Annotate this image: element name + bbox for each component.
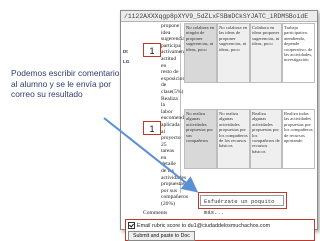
score-input-1[interactable]: 1: [143, 43, 161, 57]
rubric-cell[interactable]: Trabaja participativo, atendiendo, depen…: [282, 23, 315, 83]
rubric-row-1: No colabora en ningún de proponer sugere…: [184, 23, 315, 83]
browser-screenshot: /1122AXXXqgp8pXYV9_5dZLxFSBmDCkSYJATC_iR…: [120, 10, 318, 230]
rubric-cell[interactable]: No colabora en ningún de proponer sugere…: [184, 23, 217, 83]
rubric-cell[interactable]: No realiza algunas actividades propuesta…: [184, 109, 217, 169]
email-option[interactable]: Email rubric score to du1@ciudaddelosmuc…: [128, 222, 270, 229]
rubric-cell[interactable]: No realiza algunas actividades propuesta…: [217, 109, 250, 169]
email-highlight: Email rubric score to du1@ciudaddelosmuc…: [125, 219, 315, 241]
score-input-2[interactable]: 1: [143, 121, 161, 135]
rubric-table: No colabora en ningún de proponer sugere…: [184, 23, 315, 173]
url-bar[interactable]: /1122AXXXqgp8pXYV9_5dZLxFSBmDCkSYJATC_iR…: [121, 11, 317, 22]
side-tab-dt[interactable]: Dt: [123, 49, 133, 54]
rubric-cell[interactable]: Realiza todas las actividades propuestas…: [282, 109, 315, 169]
rubric-cell[interactable]: Realiza algunas actividades propuestas p…: [250, 109, 282, 169]
rubric-row-2: No realiza algunas actividades propuesta…: [184, 109, 315, 169]
side-tabs: Dt LG: [121, 25, 135, 65]
score-column: 1 1: [143, 25, 163, 195]
checkbox-checked-icon[interactable]: [128, 222, 135, 229]
side-tab-lg[interactable]: LG: [123, 59, 133, 64]
comment-input[interactable]: Esfuérzate un poquito más...: [200, 195, 284, 216]
criteria-line: (20%): [161, 201, 175, 208]
caption-text: Podemos escribir comentario al alumno y …: [11, 68, 120, 100]
comment-label: Comments: [143, 210, 168, 216]
rubric-cell[interactable]: Colabora en ideas proponer sugerencias, …: [250, 23, 282, 83]
rubric-cell[interactable]: No colabora en las ideas de proponer sug…: [217, 23, 250, 83]
email-label: Email rubric score to du1@ciudaddelosmuc…: [137, 222, 271, 229]
